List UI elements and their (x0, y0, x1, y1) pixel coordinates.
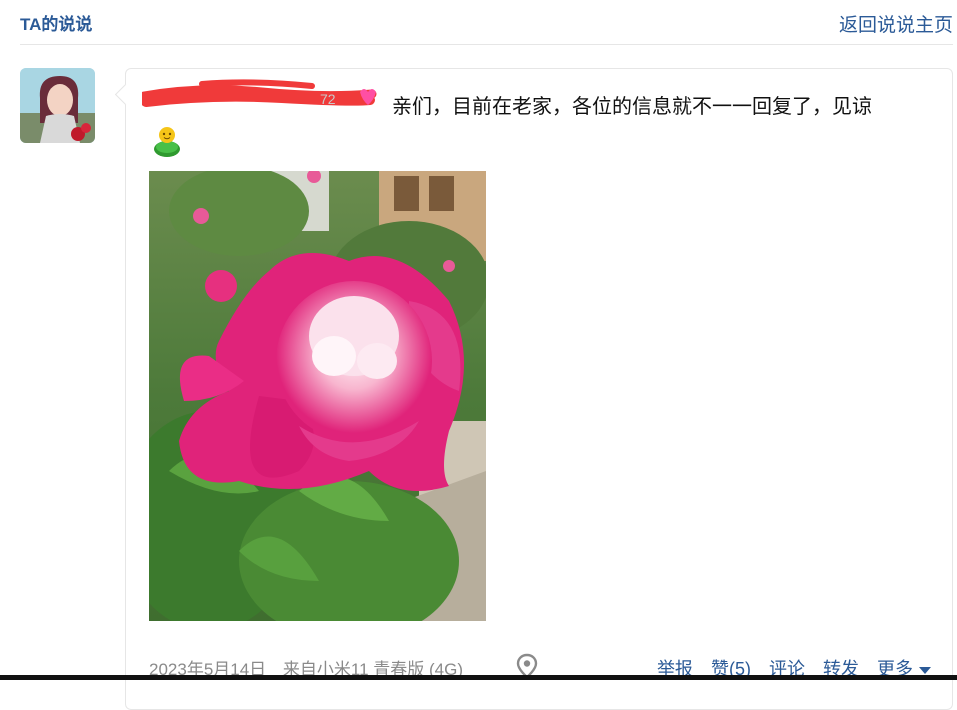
lemon-emoji-icon (150, 125, 184, 159)
post-image (149, 171, 486, 621)
post-text: 亲们，目前在老家，各位的信息就不一一回复了，见谅 (392, 96, 872, 118)
window-bottom-edge (0, 675, 957, 680)
page-header: TA的说说 返回说说主页 (20, 0, 953, 45)
author-name-suffix: 72 (320, 91, 336, 107)
card-pointer (114, 83, 137, 106)
redaction-scribble: 72 (139, 79, 377, 107)
page-title: TA的说说 (20, 15, 93, 34)
avatar[interactable] (20, 68, 95, 143)
author-name-redacted[interactable]: 72 (139, 78, 377, 118)
back-to-feed-link[interactable]: 返回说说主页 (839, 10, 953, 37)
caret-down-icon (919, 666, 931, 674)
peony-flower-photo[interactable] (149, 171, 486, 621)
avatar-image (20, 68, 95, 143)
